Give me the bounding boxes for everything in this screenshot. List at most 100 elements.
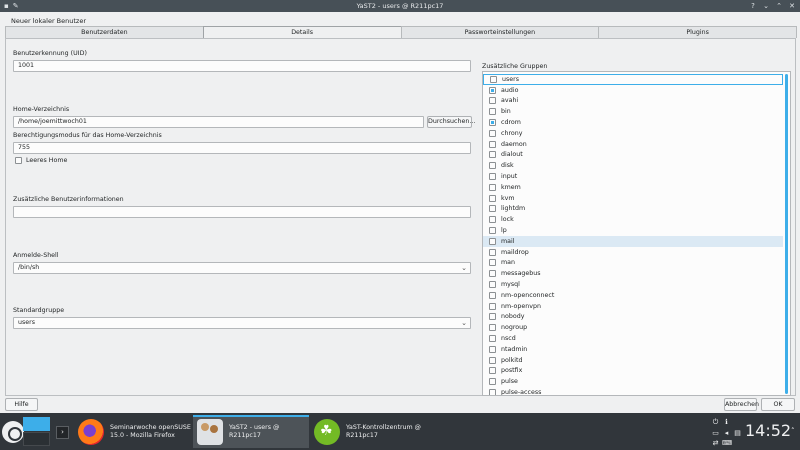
clock[interactable]: 14:52	[745, 421, 791, 440]
browse-button[interactable]: Durchsuchen...	[427, 116, 475, 128]
group-checkbox[interactable]	[489, 194, 496, 202]
tab-bar: Benutzerdaten Details Passworteinstellun…	[5, 26, 797, 38]
group-row-ntadmin[interactable]: ntadmin	[483, 344, 783, 355]
cancel-button[interactable]: Abbrechen	[724, 398, 759, 411]
group-checkbox[interactable]	[489, 335, 496, 343]
perm-input[interactable]: 755	[13, 142, 471, 154]
group-row-pulse[interactable]: pulse	[483, 376, 783, 387]
group-row-nscd[interactable]: nscd	[483, 333, 783, 344]
opensuse-launcher-icon[interactable]	[2, 421, 24, 443]
printer-icon[interactable]: ▤	[733, 429, 742, 438]
ok-button[interactable]: OK	[761, 398, 795, 411]
network-icon[interactable]: ⇄	[711, 439, 720, 448]
close-icon[interactable]: ✕	[788, 2, 796, 10]
group-checkbox[interactable]	[489, 291, 496, 299]
show-desktop-icon[interactable]: ›	[56, 426, 69, 439]
group-checkbox[interactable]	[489, 140, 496, 148]
default-group-combobox[interactable]: users ⌄	[13, 317, 471, 329]
group-row-pulse-access[interactable]: pulse-access	[483, 387, 783, 395]
group-checkbox[interactable]	[489, 389, 496, 395]
desktop-pager-1[interactable]	[23, 417, 50, 431]
group-checkbox[interactable]	[489, 119, 496, 127]
update-icon[interactable]: ⏻	[711, 418, 720, 427]
group-row-daemon[interactable]: daemon	[483, 139, 783, 150]
group-row-chrony[interactable]: chrony	[483, 128, 783, 139]
group-checkbox[interactable]	[489, 356, 496, 364]
group-checkbox[interactable]	[489, 281, 496, 289]
group-row-lock[interactable]: lock	[483, 214, 783, 225]
group-checkbox[interactable]	[489, 237, 496, 245]
home-input[interactable]: /home/joemittwoch01	[13, 116, 424, 128]
keyboard-icon[interactable]: ⌨	[722, 439, 732, 448]
group-row-nm-openconnect[interactable]: nm-openconnect	[483, 290, 783, 301]
empty-home-checkbox-row[interactable]: Leeres Home	[15, 157, 67, 164]
group-row-mysql[interactable]: mysql	[483, 279, 783, 290]
group-row-man[interactable]: man	[483, 258, 783, 269]
group-checkbox[interactable]	[489, 302, 496, 310]
group-row-kvm[interactable]: kvm	[483, 193, 783, 204]
group-checkbox[interactable]	[490, 75, 497, 83]
group-checkbox[interactable]	[489, 173, 496, 181]
group-row-maildrop[interactable]: maildrop	[483, 247, 783, 258]
group-checkbox[interactable]	[489, 129, 496, 137]
info-input[interactable]	[13, 206, 471, 218]
group-row-lightdm[interactable]: lightdm	[483, 204, 783, 215]
group-row-audio[interactable]: audio	[483, 85, 783, 96]
task-firefox[interactable]: Seminarwoche openSUSE 15.0 - Mozilla Fir…	[74, 415, 192, 448]
uid-input[interactable]: 1001	[13, 60, 471, 72]
window-titlebar[interactable]: ▪ ✎ YaST2 - users @ R211pc17 ? ⌄ ⌃ ✕	[0, 0, 800, 12]
groups-list[interactable]: users audio avahi bin cdrom chrony daemon dialo…	[482, 71, 791, 396]
group-row-bin[interactable]: bin	[483, 106, 783, 117]
shell-combobox[interactable]: /bin/sh ⌄	[13, 262, 471, 274]
notification-icon[interactable]: ℹ	[722, 418, 731, 427]
tab-passworteinstellungen[interactable]: Passworteinstellungen	[400, 26, 600, 38]
group-row-polkitd[interactable]: polkitd	[483, 355, 783, 366]
maximize-icon[interactable]: ⌃	[775, 2, 783, 10]
tab-details[interactable]: Details	[202, 26, 402, 38]
group-row-dialout[interactable]: dialout	[483, 150, 783, 161]
empty-home-checkbox[interactable]	[15, 157, 22, 164]
task-yast-users[interactable]: YaST2 - users @ R211pc17	[193, 415, 309, 448]
group-checkbox[interactable]	[489, 227, 496, 235]
group-checkbox[interactable]	[489, 183, 496, 191]
group-checkbox[interactable]	[489, 86, 496, 94]
group-checkbox[interactable]	[489, 259, 496, 267]
group-row-nogroup[interactable]: nogroup	[483, 322, 783, 333]
group-checkbox[interactable]	[489, 97, 496, 105]
groups-scrollbar[interactable]	[785, 74, 788, 394]
group-row-kmem[interactable]: kmem	[483, 182, 783, 193]
group-checkbox[interactable]	[489, 270, 496, 278]
tray-expand-icon[interactable]: ˄	[791, 427, 795, 435]
desktop-pager-2[interactable]	[23, 432, 50, 446]
group-checkbox[interactable]	[489, 378, 496, 386]
group-checkbox[interactable]	[489, 345, 496, 353]
volume-icon[interactable]: ◂	[722, 429, 731, 438]
display-icon[interactable]: ▭	[711, 429, 720, 438]
group-checkbox[interactable]	[489, 216, 496, 224]
group-row-users[interactable]: users	[483, 74, 783, 85]
group-checkbox[interactable]	[489, 313, 496, 321]
group-row-avahi[interactable]: avahi	[483, 96, 783, 107]
group-checkbox[interactable]	[489, 324, 496, 332]
group-checkbox[interactable]	[489, 108, 496, 116]
help-icon[interactable]: ?	[749, 2, 757, 10]
task-yast-control-center[interactable]: YaST-Kontrollzentrum @ R211pc17	[310, 415, 428, 448]
group-checkbox[interactable]	[489, 151, 496, 159]
tab-benutzerdaten[interactable]: Benutzerdaten	[5, 26, 204, 38]
help-button[interactable]: Hilfe	[5, 398, 38, 411]
tab-plugins[interactable]: Plugins	[598, 26, 797, 38]
group-row-cdrom[interactable]: cdrom	[483, 117, 783, 128]
group-row-disk[interactable]: disk	[483, 160, 783, 171]
group-row-nobody[interactable]: nobody	[483, 312, 783, 323]
group-row-mail[interactable]: mail	[483, 236, 783, 247]
group-row-input[interactable]: input	[483, 171, 783, 182]
group-row-nm-openvpn[interactable]: nm-openvpn	[483, 301, 783, 312]
group-row-postfix[interactable]: postfix	[483, 366, 783, 377]
minimize-icon[interactable]: ⌄	[762, 2, 770, 10]
group-row-messagebus[interactable]: messagebus	[483, 268, 783, 279]
group-checkbox[interactable]	[489, 367, 496, 375]
group-checkbox[interactable]	[489, 205, 496, 213]
group-row-lp[interactable]: lp	[483, 225, 783, 236]
group-checkbox[interactable]	[489, 162, 496, 170]
group-checkbox[interactable]	[489, 248, 496, 256]
